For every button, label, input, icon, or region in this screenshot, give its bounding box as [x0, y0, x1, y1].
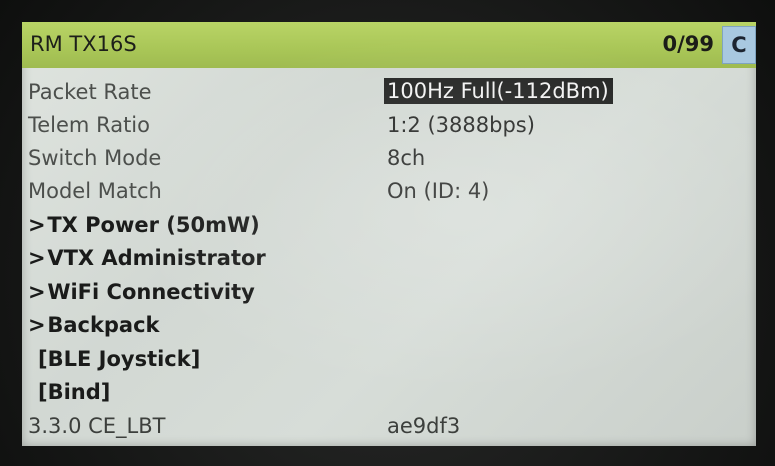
telem-ratio-value[interactable]: 1:2 (3888bps)	[387, 113, 535, 137]
switch-mode-label: Switch Mode	[28, 146, 162, 170]
chevron-right-icon: >	[28, 313, 46, 337]
cancel-button[interactable]: C	[722, 26, 756, 64]
menu-row-switch-mode[interactable]: Switch Mode 8ch	[22, 142, 756, 175]
packet-rate-label: Packet Rate	[28, 80, 152, 104]
chevron-right-icon: >	[28, 246, 46, 270]
chevron-right-icon: >	[28, 213, 46, 237]
menu-row-backpack[interactable]: > Backpack	[22, 309, 756, 342]
telem-ratio-label: Telem Ratio	[28, 113, 150, 137]
menu-row-vtx-admin[interactable]: > VTX Administrator	[22, 242, 756, 275]
page-counter: 0/99	[662, 32, 714, 56]
title-bar: RM TX16S 0/99 C	[22, 22, 756, 68]
firmware-hash: ae9df3	[387, 414, 461, 438]
wifi-label: WiFi Connectivity	[47, 280, 255, 304]
bind-label: [Bind]	[38, 380, 111, 404]
chevron-right-icon: >	[28, 280, 46, 304]
model-match-label: Model Match	[28, 179, 162, 203]
vtx-admin-item: > VTX Administrator	[28, 246, 266, 270]
radio-lcd-screen: RM TX16S 0/99 C Packet Rate 100Hz Full(-…	[22, 22, 756, 446]
backpack-item: > Backpack	[28, 313, 160, 337]
model-title: RM TX16S	[30, 32, 137, 56]
menu-row-telem-ratio[interactable]: Telem Ratio 1:2 (3888bps)	[22, 109, 756, 142]
menu-row-tx-power[interactable]: > TX Power (50mW)	[22, 209, 756, 242]
backpack-label: Backpack	[47, 313, 160, 337]
menu-row-packet-rate[interactable]: Packet Rate 100Hz Full(-112dBm)	[22, 76, 756, 109]
wifi-item: > WiFi Connectivity	[28, 280, 255, 304]
menu-row-bind[interactable]: [Bind]	[22, 376, 756, 409]
switch-mode-value[interactable]: 8ch	[387, 146, 425, 170]
footer-row: 3.3.0 CE_LBT ae9df3	[22, 410, 756, 443]
menu-row-wifi[interactable]: > WiFi Connectivity	[22, 276, 756, 309]
firmware-version: 3.3.0 CE_LBT	[28, 414, 166, 438]
packet-rate-value[interactable]: 100Hz Full(-112dBm)	[384, 78, 613, 104]
model-match-value[interactable]: On (ID: 4)	[387, 179, 489, 203]
menu-row-model-match[interactable]: Model Match On (ID: 4)	[22, 175, 756, 208]
ble-joystick-label: [BLE Joystick]	[38, 347, 201, 371]
tx-power-item: > TX Power (50mW)	[28, 213, 260, 237]
menu-row-ble-joystick[interactable]: [BLE Joystick]	[22, 343, 756, 376]
tx-power-label: TX Power (50mW)	[47, 213, 260, 237]
vtx-admin-label: VTX Administrator	[47, 246, 266, 270]
